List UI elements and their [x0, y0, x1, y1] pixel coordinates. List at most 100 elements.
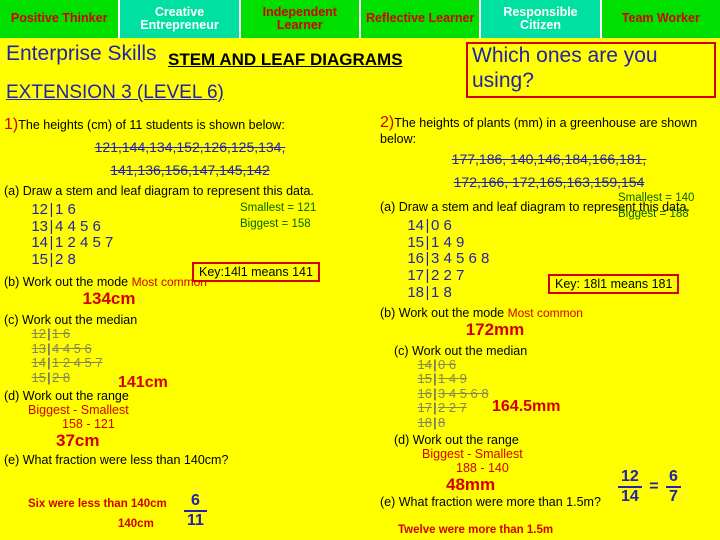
tab-label: Positive Thinker	[10, 11, 108, 26]
stem-divider: |	[49, 251, 54, 269]
stem-value: 12	[31, 325, 46, 341]
median-row: 15|1 4 9	[408, 372, 718, 387]
leaf-values: 1 4 9	[431, 233, 465, 251]
stem-value: 14	[407, 216, 424, 234]
median-row: 12|1 6	[22, 325, 376, 342]
q1-key-box: Key:14l1 means 141	[192, 262, 320, 282]
leaf-values: 2 2 7	[438, 400, 467, 416]
question-2: 2)The heights of plants (mm) in a greenh…	[380, 114, 718, 509]
q2-header: 2)The heights of plants (mm) in a greenh…	[380, 114, 718, 146]
leaf-values: 1 2 4 5 7	[52, 355, 103, 371]
stem-value: 14	[31, 234, 48, 252]
leaf-values: 1 2 4 5 7	[55, 234, 114, 252]
q1-part-a: (a) Draw a stem and leaf diagram to repr…	[4, 183, 314, 198]
stem-leaf-row: 14 | 0 6	[398, 216, 718, 235]
tab-label: Reflective Learner	[365, 11, 475, 26]
q1-part-b-label: (b) Work out the mode	[4, 274, 129, 289]
q2-median-workings: 14|0 6 15|1 4 9 16|3 4 5 6 8 17|2 2 7 18…	[408, 356, 718, 431]
median-row: 15|2 8	[22, 369, 376, 386]
stem-value: 15	[417, 371, 432, 387]
tab-label: Creative Entrepreneur	[140, 4, 219, 32]
tab-independent-learner[interactable]: Independent Learner	[240, 0, 361, 38]
q1-fraction-value: 6 11	[184, 492, 207, 530]
q2-key-box: Key: 18l1 means 181	[548, 274, 680, 294]
q2-mode-note: Most common	[507, 305, 583, 320]
tab-team-worker[interactable]: Team Worker	[601, 0, 720, 38]
stem-divider: |	[425, 267, 430, 285]
q2-part-c: (c) Work out the median	[394, 343, 528, 358]
stem-divider: |	[425, 250, 430, 268]
leaf-values: 8	[438, 414, 446, 430]
stem-divider: |	[49, 200, 54, 218]
median-row: 17|2 2 7	[408, 401, 718, 416]
q1-data-line-2: 141,136,156,147,145,142	[4, 161, 376, 180]
fraction-denominator: 7	[669, 488, 678, 505]
stem-leaf-row: 16 | 3 4 5 6 8	[398, 250, 718, 268]
median-row: 14|1 2 4 5 7	[22, 355, 376, 371]
stem-leaf-row: 14 | 1 2 4 5 7	[22, 234, 376, 252]
q2-range-label: Biggest - Smallest	[422, 446, 523, 461]
q2-part-b-label: (b) Work out the mode	[380, 305, 505, 320]
q2-number: 2)	[380, 114, 395, 131]
stem-value: 14	[417, 356, 432, 372]
q1-median-value: 141cm	[118, 374, 168, 391]
q1-mode-value: 134cm	[82, 288, 136, 308]
q2-part-b: (b) Work out the mode Most common	[380, 306, 718, 320]
q1-stem-leaf-diagram: 12 | 1 6 13 | 4 4 5 6 14 | 1 2 4 5 7 15 | 2 8	[22, 200, 376, 269]
q2-text: The heights of plants (mm) in a greenhou…	[380, 116, 698, 146]
leaf-values: 2 8	[55, 251, 76, 269]
question-1: 1)The heights (cm) of 11 students is sho…	[4, 116, 376, 467]
stem-value: 17	[417, 400, 432, 416]
stem-divider: |	[425, 283, 430, 301]
stem-value: 16	[407, 250, 424, 268]
tab-responsible-citizen[interactable]: Responsible Citizen	[481, 0, 602, 38]
q1-fraction: 6 11	[184, 492, 207, 530]
q1-median-workings: 12|1 6 13|4 4 5 6 14|1 2 4 5 7 15|2 8	[22, 325, 376, 386]
stem-value: 13	[31, 340, 46, 356]
q1-part-b: (b) Work out the mode Most common	[4, 275, 376, 289]
fraction-denominator: 14	[621, 488, 639, 505]
q1-data-values-2: 141,136,156,147,145,142	[110, 161, 270, 178]
stem-value: 16	[417, 385, 432, 401]
q2-data-line-1: 177,186, 140,146,184,166,181,	[380, 150, 718, 169]
stem-value: 13	[31, 217, 48, 235]
q2-biggest: Biggest = 188	[618, 208, 689, 220]
stem-leaf-row: 15 | 1 4 9	[398, 233, 718, 252]
stem-divider: |	[49, 234, 54, 252]
stem-divider: |	[425, 233, 430, 251]
leaf-values: 1 6	[52, 325, 71, 341]
median-row: 18|8	[408, 414, 718, 431]
q2-fraction-simplified: 6 7	[666, 468, 681, 506]
equals-sign: =	[649, 478, 659, 495]
q1-header: 1)The heights (cm) of 11 students is sho…	[4, 116, 376, 134]
which-ones-prompt: Which ones are you using?	[466, 42, 716, 98]
leaf-values: 1 4 9	[438, 371, 467, 387]
q1-data-values-1: 121,144,134,152,126,125,134,	[94, 139, 286, 155]
leaf-values: 2 2 7	[431, 267, 465, 285]
leaf-values: 0 6	[438, 356, 457, 372]
q1-fraction-note-line2: 140cm	[118, 518, 154, 530]
q1-range-value: 37cm	[56, 431, 100, 451]
tab-positive-thinker[interactable]: Positive Thinker	[0, 0, 121, 38]
q2-fraction-note: Twelve were more than 1.5m	[398, 524, 554, 536]
stem-leaf-row: 12 | 1 6	[22, 200, 376, 219]
stem-value: 17	[407, 267, 424, 285]
leaf-values: 4 4 5 6	[52, 340, 92, 356]
stem-value: 15	[31, 369, 46, 385]
tab-label: Independent Learner	[262, 4, 337, 32]
q2-smallest: Smallest = 140	[618, 192, 695, 204]
fraction-denominator: 11	[187, 512, 204, 529]
fraction-numerator: 6	[184, 492, 207, 512]
stem-value: 14	[31, 355, 46, 371]
fraction-numerator: 12	[618, 468, 642, 488]
tab-label: Responsible Citizen	[503, 4, 578, 32]
tab-reflective-learner[interactable]: Reflective Learner	[360, 0, 482, 38]
leaf-values: 0 6	[431, 216, 452, 234]
q2-data-values-2: 172,166, 172,165,163,159,154	[453, 173, 645, 190]
q1-smallest: Smallest = 121	[240, 202, 317, 214]
tab-creative-entrepreneur[interactable]: Creative Entrepreneur	[120, 0, 241, 38]
q1-number: 1)	[4, 116, 19, 133]
q2-fraction-value: 12 14	[618, 468, 642, 506]
stem-value: 18	[407, 283, 424, 301]
leaf-values: 4 4 5 6	[55, 217, 101, 235]
